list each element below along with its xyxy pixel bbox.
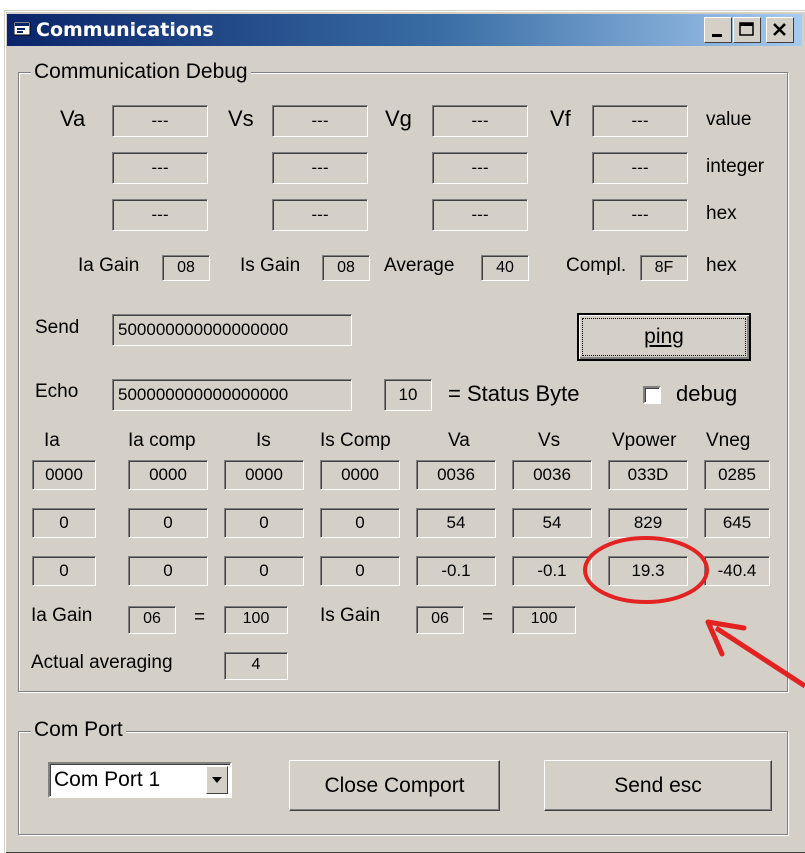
vg-hex-box: --- xyxy=(432,199,528,231)
va-value-box: --- xyxy=(112,105,208,137)
col-header-is: Is xyxy=(256,430,271,451)
ia-gain2-box: 06 xyxy=(128,606,176,634)
vf-value-box: --- xyxy=(592,105,688,137)
grid-cell: -0.1 xyxy=(416,556,496,586)
ping-button-label: ping xyxy=(644,325,684,348)
grid-cell: -0.1 xyxy=(512,556,592,586)
grid-cell: 0 xyxy=(320,556,400,586)
com-port-select[interactable]: Com Port 1 xyxy=(48,762,232,798)
vg-value-box: --- xyxy=(432,105,528,137)
minimize-button[interactable] xyxy=(704,17,732,43)
row-label-value: value xyxy=(706,109,752,130)
col-header-vpower: Vpower xyxy=(612,430,677,451)
ia-gain-box: 08 xyxy=(162,255,210,281)
gains-unit-label: hex xyxy=(706,255,737,276)
channel-label-vs: Vs xyxy=(228,106,254,131)
channel-label-va: Va xyxy=(60,106,86,131)
vg-integer-box: --- xyxy=(432,152,528,184)
send-field[interactable]: 500000000000000000 xyxy=(112,314,352,346)
va-hex-box: --- xyxy=(112,199,208,231)
debug-frame-label: Communication Debug xyxy=(31,60,251,84)
window-title: Communications xyxy=(36,19,214,41)
grid-cell: 0 xyxy=(320,508,400,538)
close-comport-button[interactable]: Close Comport xyxy=(289,760,500,811)
grid-cell-vpower-highlighted: 19.3 xyxy=(608,556,688,586)
com-port-select-value: Com Port 1 xyxy=(54,768,161,791)
debug-label: debug xyxy=(676,381,738,406)
ia-gain2-label: Ia Gain xyxy=(31,605,93,626)
grid-cell: 0 xyxy=(32,556,96,586)
com-port-frame-label: Com Port xyxy=(31,718,126,742)
vf-hex-box: --- xyxy=(592,199,688,231)
close-button[interactable] xyxy=(766,17,794,43)
ia-gain2-result-box: 100 xyxy=(224,606,288,634)
is-gain2-equals: = xyxy=(482,607,494,628)
compl-box: 8F xyxy=(640,255,688,281)
is-gain-box: 08 xyxy=(322,255,370,281)
is-gain2-result-box: 100 xyxy=(512,606,576,634)
grid-cell: 0 xyxy=(224,556,304,586)
vs-hex-box: --- xyxy=(272,199,368,231)
grid-cell: 0 xyxy=(32,508,96,538)
is-gain2-label: Is Gain xyxy=(320,605,381,626)
actual-averaging-box: 4 xyxy=(224,652,288,680)
grid-cell: 0285 xyxy=(704,460,770,490)
grid-cell: 0000 xyxy=(128,460,208,490)
grid-cell: 0000 xyxy=(224,460,304,490)
actual-averaging-label: Actual averaging xyxy=(31,652,173,673)
col-header-va: Va xyxy=(448,430,470,451)
grid-cell: -40.4 xyxy=(704,556,770,586)
echo-field: 500000000000000000 xyxy=(112,379,352,411)
chevron-down-icon[interactable] xyxy=(206,766,228,794)
status-byte-label: = Status Byte xyxy=(448,381,580,406)
grid-cell: 0036 xyxy=(416,460,496,490)
row-label-hex: hex xyxy=(706,203,737,224)
grid-cell: 645 xyxy=(704,508,770,538)
background-window xyxy=(360,0,560,10)
maximize-button[interactable] xyxy=(733,17,761,43)
grid-cell: 0000 xyxy=(32,460,96,490)
grid-cell: 033D xyxy=(608,460,688,490)
grid-cell: 0 xyxy=(128,556,208,586)
col-header-ia: Ia xyxy=(44,430,60,451)
maximize-icon xyxy=(739,22,754,36)
vs-value-box: --- xyxy=(272,105,368,137)
col-header-ia-comp: Ia comp xyxy=(128,430,196,451)
row-label-integer: integer xyxy=(706,156,765,177)
va-integer-box: --- xyxy=(112,152,208,184)
is-gain2-box: 06 xyxy=(416,606,464,634)
status-byte-box: 10 xyxy=(384,379,432,411)
grid-cell: 0036 xyxy=(512,460,592,490)
grid-cell: 829 xyxy=(608,508,688,538)
ping-button[interactable]: ping xyxy=(577,313,751,361)
send-esc-button[interactable]: Send esc xyxy=(544,760,772,811)
col-header-vs: Vs xyxy=(538,430,561,451)
grid-cell: 0 xyxy=(224,508,304,538)
is-gain-label: Is Gain xyxy=(240,255,301,276)
grid-cell: 0 xyxy=(128,508,208,538)
window-app-icon xyxy=(13,21,32,38)
echo-label: Echo xyxy=(35,381,79,402)
compl-label: Compl. xyxy=(566,255,627,276)
minimize-icon xyxy=(712,34,722,37)
vf-integer-box: --- xyxy=(592,152,688,184)
debug-checkbox[interactable] xyxy=(643,386,661,404)
ia-gain-label: Ia Gain xyxy=(78,255,140,276)
average-label: Average xyxy=(384,255,455,276)
send-label: Send xyxy=(35,317,80,338)
average-box: 40 xyxy=(481,255,529,281)
close-icon xyxy=(773,23,786,36)
col-header-is-comp: Is Comp xyxy=(320,430,391,451)
grid-cell: 54 xyxy=(512,508,592,538)
channel-label-vg: Vg xyxy=(385,106,412,131)
grid-cell: 54 xyxy=(416,508,496,538)
ia-gain2-equals: = xyxy=(194,607,206,628)
col-header-vneg: Vneg xyxy=(706,430,751,451)
grid-cell: 0000 xyxy=(320,460,400,490)
vs-integer-box: --- xyxy=(272,152,368,184)
channel-label-vf: Vf xyxy=(550,106,571,131)
